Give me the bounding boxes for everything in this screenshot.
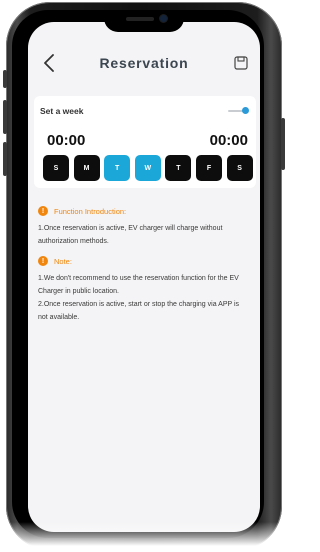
page: Reservation Set a week 00:00 00:00 SMTWT… (0, 0, 288, 552)
toggle-knob (242, 107, 249, 114)
chevron-left-icon (44, 54, 54, 72)
note-header: ! Note: (38, 256, 72, 266)
day-button[interactable]: S (226, 155, 253, 181)
day-button[interactable]: S (43, 155, 69, 181)
intro-text: 1.Once reservation is active, EV charger… (38, 225, 223, 245)
page-title: Reservation (99, 55, 189, 71)
day-button[interactable]: M (73, 155, 100, 181)
intro-title: Function Introduction: (54, 206, 127, 216)
warning-icon: ! (38, 256, 48, 266)
day-button[interactable]: F (196, 155, 222, 181)
save-button[interactable] (230, 52, 252, 74)
app-screen: Reservation Set a week 00:00 00:00 SMTWT… (28, 22, 260, 532)
note-text: 1.We don't recommend to use the reservat… (38, 275, 240, 321)
app-header: Reservation (28, 44, 260, 84)
speaker-grille (126, 17, 154, 21)
start-time[interactable]: 00:00 (47, 132, 85, 149)
day-button[interactable]: T (104, 155, 131, 181)
day-button[interactable]: T (165, 155, 192, 181)
note-title: Note: (54, 256, 72, 266)
phone-notch (104, 10, 184, 32)
silent-switch (3, 70, 7, 88)
week-label: Set a week (40, 106, 84, 116)
save-disk-icon (234, 56, 248, 70)
volume-up-button (3, 100, 7, 134)
warning-icon: ! (38, 206, 48, 216)
schedule-toggle[interactable] (228, 107, 249, 115)
front-camera (160, 15, 167, 22)
volume-down-button (3, 142, 7, 176)
power-button (281, 118, 285, 170)
end-time[interactable]: 00:00 (210, 132, 248, 149)
weekday-selector: SMTWTFS (43, 155, 253, 181)
back-button[interactable] (38, 50, 60, 76)
day-button[interactable]: W (134, 155, 161, 181)
intro-header: ! Function Introduction: (38, 206, 126, 216)
schedule-card: Set a week 00:00 00:00 SMTWTFS (34, 96, 256, 188)
